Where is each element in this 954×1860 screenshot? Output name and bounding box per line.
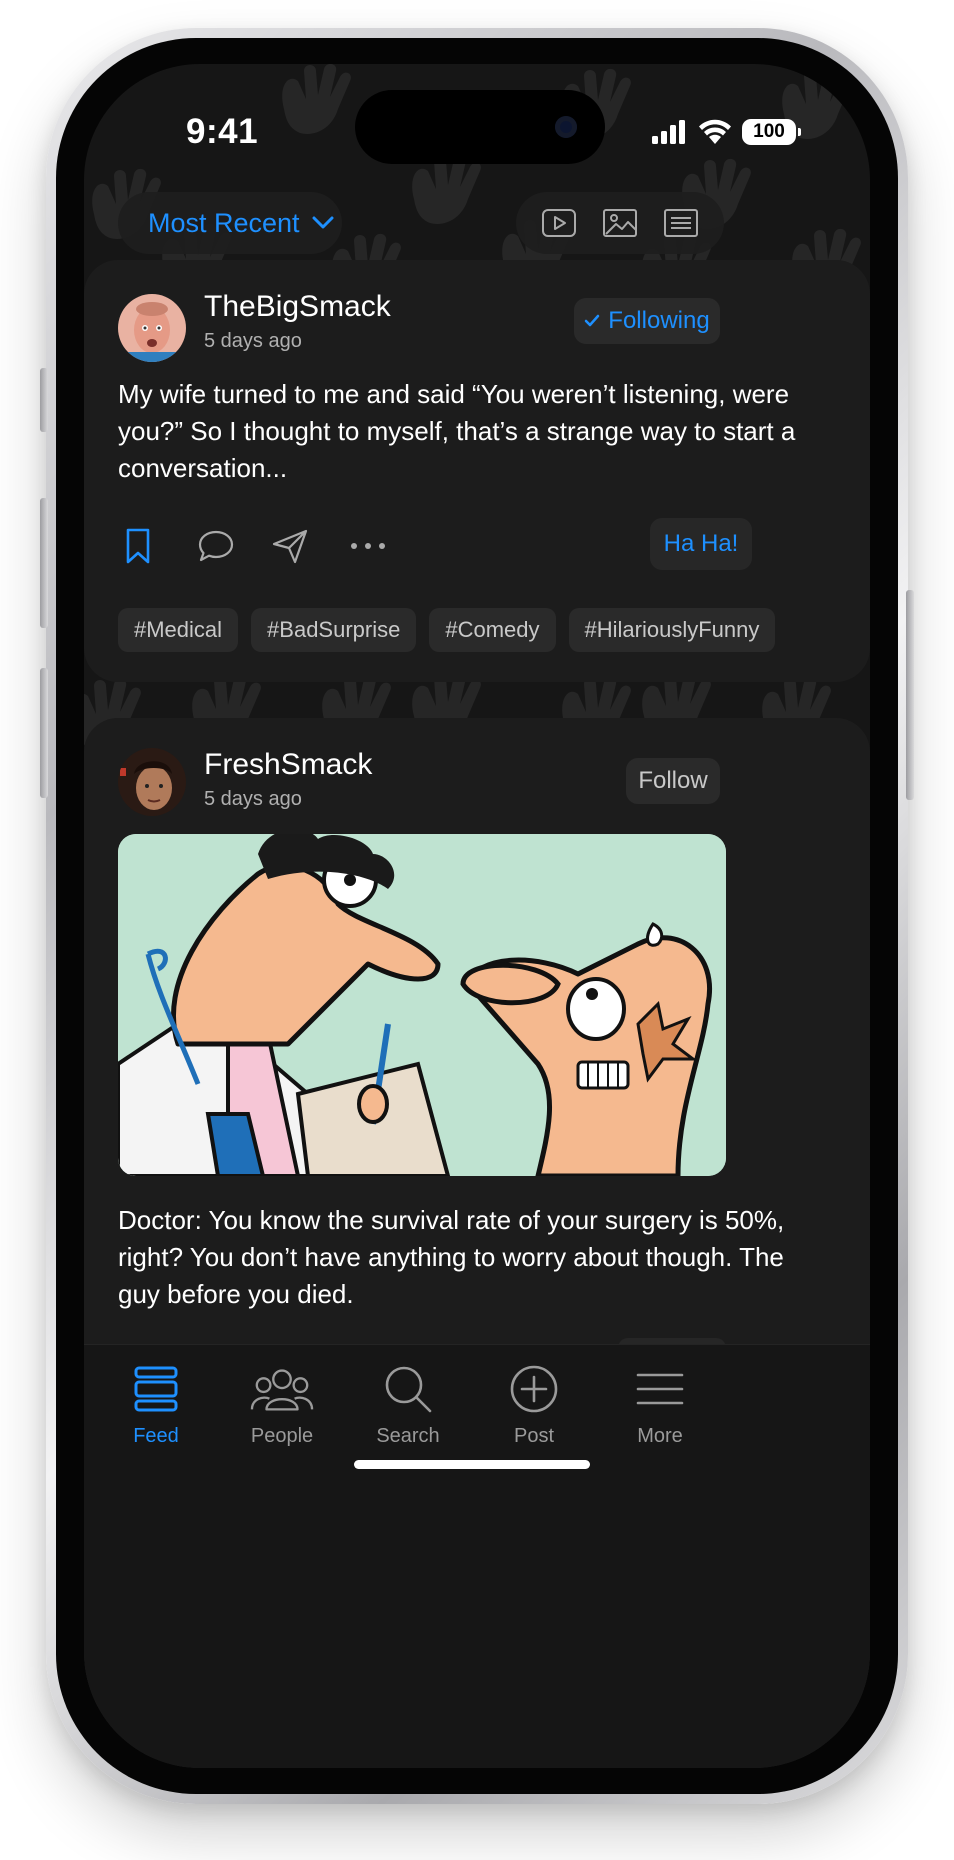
post-username[interactable]: FreshSmack [204, 748, 372, 782]
tab-label: Search [376, 1425, 440, 1447]
wifi-icon [699, 119, 731, 144]
cartoon-illustration [118, 834, 726, 1176]
follow-button[interactable]: Follow [626, 758, 720, 804]
text-icon [664, 209, 699, 237]
tag-chip[interactable]: #HilariouslyFunny [568, 608, 776, 652]
tab-search[interactable]: Search [348, 1345, 468, 1455]
battery-indicator: 100 [742, 119, 801, 145]
tab-people[interactable]: People [222, 1345, 342, 1455]
haha-reaction-button[interactable]: Ha Ha! [650, 518, 752, 570]
app-screen: 9:41 100 Most Recent TheBigSmack 5 days … [84, 64, 870, 1768]
tab-label: People [250, 1425, 314, 1447]
post-text: Doctor: You know the survival rate of yo… [118, 1205, 785, 1309]
bookmark-icon [126, 528, 150, 564]
avatar[interactable] [118, 748, 186, 816]
camera-icon [555, 116, 577, 138]
content-type-filter [516, 192, 724, 254]
image-icon [602, 209, 637, 237]
people-icon [250, 1369, 314, 1411]
text-filter-button[interactable] [661, 203, 701, 243]
avatar-image [118, 294, 186, 362]
sort-dropdown[interactable]: Most Recent [118, 192, 342, 254]
action-button [40, 368, 48, 432]
volume-up-button [40, 498, 48, 628]
send-icon [272, 529, 308, 564]
cellular-signal-icon [652, 120, 685, 144]
tab-label: Feed [133, 1425, 179, 1447]
menu-icon [636, 1373, 684, 1405]
status-icons: 100 [652, 116, 801, 148]
bookmark-button[interactable] [118, 526, 158, 566]
post-text: My wife turned to me and said “You weren… [118, 379, 796, 483]
tag-list: #Medical #BadSurprise #Comedy #HilariouslyF… [118, 608, 870, 652]
video-icon [541, 209, 576, 237]
post-timestamp: 5 days ago [204, 330, 302, 352]
tag-chip[interactable]: #Comedy [429, 608, 556, 652]
status-time: 9:41 [186, 112, 259, 151]
volume-down-button [40, 668, 48, 798]
tag-chip[interactable]: #Medical [118, 608, 239, 652]
post-actions: Ha Ha! [118, 518, 838, 574]
post-image[interactable] [118, 834, 726, 1176]
post-username[interactable]: TheBigSmack [204, 290, 391, 324]
checkmark-icon [585, 314, 600, 327]
tab-more[interactable]: More [600, 1345, 720, 1455]
tab-feed[interactable]: Feed [96, 1345, 216, 1455]
comment-button[interactable] [196, 526, 236, 566]
tab-label: More [637, 1425, 683, 1447]
avatar-image [118, 748, 186, 816]
plus-circle-icon [510, 1365, 558, 1413]
search-icon [385, 1366, 432, 1413]
video-filter-button[interactable] [539, 203, 579, 243]
more-dots-icon [351, 543, 385, 549]
tag-chip[interactable]: #BadSurprise [251, 608, 417, 652]
status-bar: 9:41 100 [84, 64, 870, 194]
dynamic-island [355, 90, 605, 164]
image-filter-button[interactable] [600, 203, 640, 243]
tab-label: Post [513, 1425, 555, 1447]
tab-bar: Feed People Search Post More [84, 1344, 870, 1768]
chevron-down-icon [312, 216, 334, 229]
following-button-label: Following [608, 307, 710, 334]
home-indicator[interactable] [354, 1460, 590, 1469]
feed-icon [134, 1366, 178, 1412]
post-card: TheBigSmack 5 days ago Following My wife… [84, 260, 870, 682]
power-button [906, 590, 914, 800]
share-button[interactable] [270, 526, 310, 566]
post-timestamp: 5 days ago [204, 788, 302, 810]
avatar[interactable] [118, 294, 186, 362]
more-options-button[interactable] [348, 526, 388, 566]
sort-dropdown-label: Most Recent [148, 207, 300, 238]
following-button[interactable]: Following [574, 298, 720, 344]
comment-icon [198, 530, 234, 562]
tab-post[interactable]: Post [474, 1345, 594, 1455]
